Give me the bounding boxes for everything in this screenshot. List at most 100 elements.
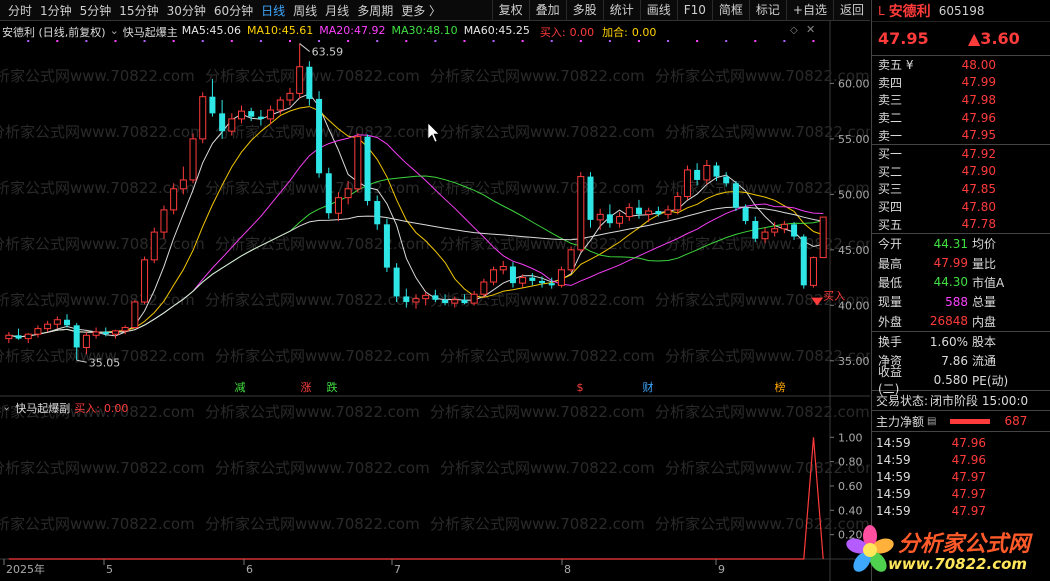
candle-body: [383, 224, 390, 268]
tool-button-5[interactable]: F10: [676, 0, 712, 21]
ma-value: 45.61: [281, 24, 314, 37]
price-tick-label: 60.00: [838, 77, 870, 90]
menu-icon[interactable]: ▤: [927, 416, 936, 427]
period-tab-3[interactable]: 15分钟: [115, 2, 162, 19]
tool-button-9[interactable]: 返回: [832, 0, 870, 21]
candle-body: [509, 266, 516, 284]
signal-dot: [637, 40, 640, 42]
bid-book: 买一 47.92 买二 47.90 买三 47.85 买四 47.80 买五 47.78: [872, 145, 1050, 234]
candle-body: [742, 207, 749, 221]
sub-tick-label: 0.60: [838, 480, 863, 493]
bids-price: 47.78: [961, 217, 996, 232]
period-tab-7[interactable]: 周线: [289, 2, 321, 19]
event-tag[interactable]: 涨: [301, 381, 312, 394]
stat-label-2: 内盘: [972, 314, 997, 329]
asks-row[interactable]: 卖二 47.96: [872, 109, 1050, 127]
signal-dot: [27, 40, 30, 42]
signal-dot: [172, 40, 175, 42]
bids-row[interactable]: 买三 47.85: [872, 180, 1050, 198]
stock-name[interactable]: 安德利: [889, 1, 931, 21]
tool-button-4[interactable]: 画线: [639, 0, 677, 21]
period-tab-8[interactable]: 月线: [321, 2, 353, 19]
event-tag[interactable]: $: [577, 381, 584, 394]
tool-button-0[interactable]: 复权: [491, 0, 529, 21]
stats-block-1: 今开 44.31 均价 最高 47.99 量比 最低 44.30 市值A 现量 588 总量 外盘 268…: [872, 234, 1050, 332]
watermark-text: 分析家公式网www.70822.com: [205, 179, 420, 197]
candle-body: [422, 294, 430, 300]
tick-time: 14:59: [876, 486, 911, 501]
watermark-text: 分析家公式网www.70822.com: [215, 123, 430, 141]
buy-signal-value: 0.00: [569, 26, 595, 39]
candle-body: [548, 283, 555, 286]
candle-body: [228, 118, 236, 132]
period-tab-9[interactable]: 多周期: [353, 2, 397, 19]
main-indicator-name[interactable]: 快马起爆主: [123, 24, 178, 40]
stat-value: 1.60%: [929, 334, 968, 349]
tool-button-2[interactable]: 多股: [565, 0, 603, 21]
logo-url: www.70822.com: [888, 555, 1028, 573]
ma-value: 45.25: [498, 24, 530, 37]
ma-legend-item: MA20:47.92: [319, 24, 385, 40]
bids-row[interactable]: 买一 47.92: [872, 145, 1050, 163]
candle-body: [791, 224, 798, 237]
period-tab-0[interactable]: 分时: [4, 2, 36, 19]
price-row: 47.95 ▲3.60: [872, 22, 1050, 56]
sub-chart-title[interactable]: 快马起爆副: [15, 400, 70, 416]
tool-button-3[interactable]: 统计: [602, 0, 640, 21]
collapse-icon[interactable]: ⌄: [2, 400, 11, 416]
main-chart-settings-icon[interactable]: ◇: [790, 25, 798, 36]
candle-body: [364, 136, 371, 202]
ma-value: 45.06: [209, 24, 242, 37]
asks-row[interactable]: 卖三 47.98: [872, 91, 1050, 109]
candle-body: [111, 330, 119, 335]
stat-row: 现量 588 总量: [872, 292, 1050, 311]
bids-label: 买四: [878, 200, 903, 215]
candle-body: [635, 207, 642, 215]
bids-row[interactable]: 买四 47.80: [872, 198, 1050, 216]
bids-row[interactable]: 买五 47.78: [872, 215, 1050, 233]
time-label: 8: [564, 563, 571, 576]
tool-button-6[interactable]: 简框: [711, 0, 749, 21]
watermark-text: 分析家公式网www.70822.com: [655, 403, 870, 421]
event-tag[interactable]: 财: [643, 380, 654, 394]
ma-key: MA30:: [391, 24, 427, 37]
period-tab-1[interactable]: 1分钟: [36, 2, 76, 19]
asks-row[interactable]: 卖五 ¥ 48.00: [872, 56, 1050, 74]
kline-svg[interactable]: 分析家公式网www.70822.com 分析家公式网www.70822.com 分析…: [0, 21, 870, 581]
tick-time: 14:59: [876, 435, 911, 450]
main-chart-close-icon[interactable]: ✕: [806, 23, 815, 36]
candle-body: [24, 333, 32, 340]
tool-button-7[interactable]: 标记: [748, 0, 786, 21]
sub-signal-line: [8, 437, 824, 560]
candle-body: [102, 331, 109, 335]
candle-body: [752, 220, 759, 239]
event-tag[interactable]: 减: [235, 381, 246, 394]
candle-body: [412, 298, 420, 303]
watermark-text: 分析家公式网www.70822.com: [440, 347, 655, 365]
candle-body: [713, 165, 720, 177]
asks-row[interactable]: 卖四 47.99: [872, 74, 1050, 92]
tool-button-8[interactable]: +自选: [785, 0, 833, 21]
collapse-icon[interactable]: ⌄: [110, 24, 119, 40]
bids-label: 买三: [878, 182, 903, 197]
period-tab-2[interactable]: 5分钟: [76, 2, 116, 19]
bids-row[interactable]: 买二 47.90: [872, 163, 1050, 181]
kline-chart-area[interactable]: 分析家公式网www.70822.com 分析家公式网www.70822.com 分析…: [0, 21, 870, 581]
period-tab-6[interactable]: 日线: [257, 2, 289, 19]
candle-body: [189, 138, 197, 181]
period-tab-5[interactable]: 60分钟: [210, 2, 257, 19]
tool-button-1[interactable]: 叠加: [528, 0, 566, 21]
candle-body: [374, 201, 381, 225]
asks-label: 卖五 ¥: [878, 58, 914, 73]
watermark-text: 分析家公式网www.70822.com: [205, 403, 420, 421]
signal-dot: [405, 40, 408, 42]
event-tag[interactable]: 榜: [775, 380, 786, 394]
tick-list: 14:59 47.96 14:59 47.96 14:59 47.97 14:59 47.97…: [872, 432, 1050, 519]
event-tag[interactable]: 跌: [327, 380, 338, 394]
period-tab-10[interactable]: 更多 〉: [397, 2, 445, 19]
asks-row[interactable]: 卖一 47.95: [872, 126, 1050, 144]
watermark-text: 分析家公式网www.70822.com: [440, 123, 655, 141]
watermark-text: 分析家公式网www.70822.com: [215, 235, 430, 253]
period-tab-4[interactable]: 30分钟: [163, 2, 210, 19]
sub-tick-label: 0.80: [838, 456, 863, 469]
